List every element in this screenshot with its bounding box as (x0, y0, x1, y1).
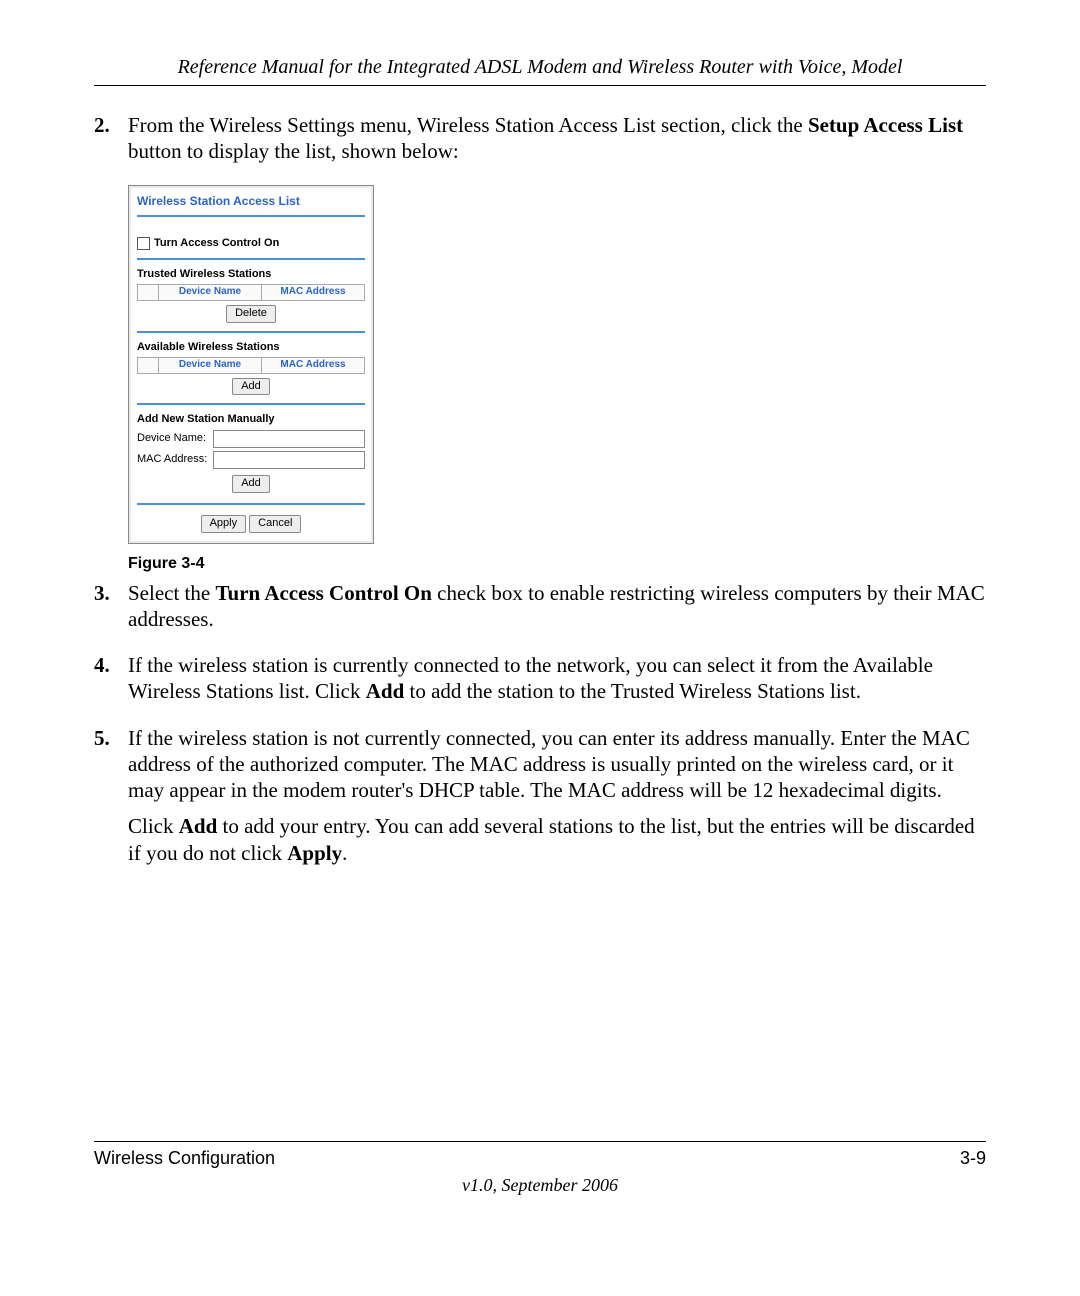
ui-panel-title: Wireless Station Access List (137, 194, 365, 217)
text: . (342, 841, 347, 865)
bold-text: Turn Access Control On (215, 581, 431, 605)
add-manual-button[interactable]: Add (232, 475, 270, 493)
text: Select the (128, 581, 215, 605)
trusted-stations-header: Trusted Wireless Stations (137, 268, 365, 282)
step-4-text: If the wireless station is currently con… (128, 652, 986, 705)
bold-text: Setup Access List (808, 113, 963, 137)
text: button to display the list, shown below: (128, 139, 459, 163)
step-number: 2. (94, 112, 128, 175)
page-footer: Wireless Configuration 3-9 v1.0, Septemb… (94, 1141, 986, 1196)
step-2-text: From the Wireless Settings menu, Wireles… (128, 112, 986, 165)
footer-rule (94, 1141, 986, 1142)
router-ui-screenshot: Wireless Station Access List Turn Access… (128, 185, 374, 544)
step-5-text-1: If the wireless station is not currently… (128, 725, 986, 804)
access-control-label: Turn Access Control On (154, 237, 279, 251)
cancel-button[interactable]: Cancel (249, 515, 301, 533)
mac-address-col: MAC Address (262, 357, 365, 373)
step-number: 4. (94, 652, 128, 715)
trusted-stations-table: Device Name MAC Address (137, 284, 365, 301)
available-stations-header: Available Wireless Stations (137, 341, 365, 355)
access-control-checkbox[interactable] (137, 237, 150, 250)
device-name-col: Device Name (159, 285, 262, 301)
figure-wrapper: Wireless Station Access List Turn Access… (94, 185, 986, 574)
figure-caption: Figure 3-4 (128, 554, 986, 574)
text: From the Wireless Settings menu, Wireles… (128, 113, 808, 137)
step-3: 3. Select the Turn Access Control On che… (94, 580, 986, 643)
mac-address-label: MAC Address: (137, 453, 211, 467)
footer-section: Wireless Configuration (94, 1148, 275, 1169)
step-number: 5. (94, 725, 128, 876)
text: to add the station to the Trusted Wirele… (404, 679, 861, 703)
device-name-input[interactable] (213, 430, 365, 448)
mac-address-col: MAC Address (262, 285, 365, 301)
footer-version: v1.0, September 2006 (94, 1175, 986, 1196)
footer-page-number: 3-9 (960, 1148, 986, 1169)
device-name-col: Device Name (159, 357, 262, 373)
add-manually-header: Add New Station Manually (137, 413, 365, 427)
delete-button[interactable]: Delete (226, 305, 276, 323)
access-control-row: Turn Access Control On (137, 237, 365, 261)
step-3-text: Select the Turn Access Control On check … (128, 580, 986, 633)
step-5-text-2: Click Add to add your entry. You can add… (128, 813, 986, 866)
text: Click (128, 814, 179, 838)
select-col (138, 285, 159, 301)
step-5: 5. If the wireless station is not curren… (94, 725, 986, 876)
header-rule (94, 85, 986, 86)
available-stations-table: Device Name MAC Address (137, 357, 365, 374)
step-number: 3. (94, 580, 128, 643)
bold-text: Apply (287, 841, 342, 865)
mac-address-input[interactable] (213, 451, 365, 469)
text: to add your entry. You can add several s… (128, 814, 975, 864)
device-name-label: Device Name: (137, 432, 211, 446)
bold-text: Add (366, 679, 405, 703)
steps-list: 2. From the Wireless Settings menu, Wire… (94, 112, 986, 876)
select-col (138, 357, 159, 373)
step-2: 2. From the Wireless Settings menu, Wire… (94, 112, 986, 175)
bold-text: Add (179, 814, 218, 838)
add-available-button[interactable]: Add (232, 378, 270, 396)
header-title: Reference Manual for the Integrated ADSL… (94, 56, 986, 85)
apply-button[interactable]: Apply (201, 515, 247, 533)
step-4: 4. If the wireless station is currently … (94, 652, 986, 715)
